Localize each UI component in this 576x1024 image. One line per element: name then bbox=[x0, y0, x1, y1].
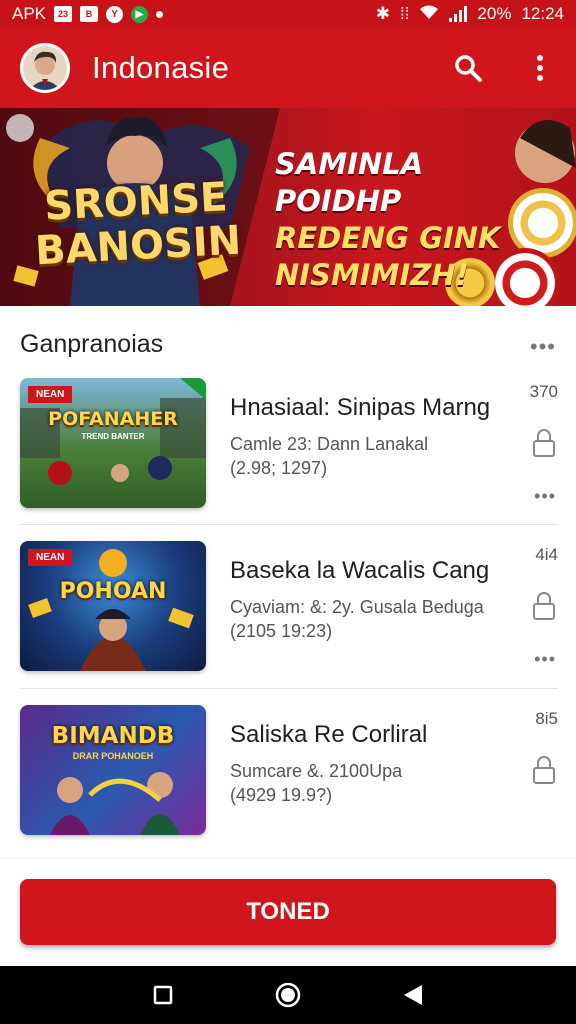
banner-promo-line3: NISMIMIZH! bbox=[275, 258, 469, 292]
game-thumbnail-subtitle: DRAR POHANOEH bbox=[72, 751, 154, 761]
game-thumbnail: NEAN POHOAN bbox=[20, 541, 206, 671]
banner-promo-line2: REDENG GINK bbox=[275, 221, 501, 255]
app-title: Indonasie bbox=[92, 50, 230, 85]
recents-icon bbox=[153, 985, 172, 1005]
promo-banner[interactable]: SRONSE BANOSIN SAMINLA POIDHP REDENG GIN… bbox=[0, 108, 576, 306]
game-thumbnail-title: POHOAN bbox=[59, 579, 167, 604]
primary-action-button[interactable]: TONED bbox=[20, 879, 556, 945]
bluetooth-icon: ✱ bbox=[375, 4, 390, 23]
divider bbox=[20, 688, 558, 689]
game-title: Baseka la Wacalis Cang bbox=[230, 557, 490, 584]
notification-icon-1: 23 bbox=[54, 6, 73, 22]
banner-promo-line1: SAMINLA POIDHP bbox=[275, 147, 424, 218]
notification-icon-3: Y bbox=[106, 5, 124, 23]
play-store-icon: ▶ bbox=[131, 5, 149, 23]
more-vert-icon[interactable] bbox=[524, 52, 556, 84]
game-badge: NEAN bbox=[28, 386, 73, 403]
lock-icon[interactable] bbox=[532, 428, 556, 458]
back-button[interactable] bbox=[399, 981, 427, 1009]
item-more-icon[interactable]: ••• bbox=[534, 649, 556, 670]
game-list-item[interactable]: NEAN POHOAN Baseka la Wacalis Cang Cyavi… bbox=[20, 541, 558, 671]
item-more-icon[interactable]: ••• bbox=[534, 486, 556, 507]
status-bar: APK 23 B Y ▶ ✱ ⁞⁞ 20% 12:24 bbox=[0, 0, 576, 28]
game-title: Saliska Re Corliral bbox=[230, 721, 428, 748]
app-bar: Indonasie bbox=[0, 28, 576, 108]
banner-promo-text: SAMINLA POIDHP REDENG GINK NISMIMIZH! bbox=[275, 146, 535, 294]
home-button[interactable] bbox=[274, 981, 302, 1009]
game-subtitle: Sumcare &. 2100Upa bbox=[230, 761, 403, 781]
game-subtitle: Cyaviam: &: 2y. Gusala Beduga bbox=[230, 597, 484, 617]
section-more-icon[interactable]: ••• bbox=[530, 334, 556, 360]
notification-icon-2: B bbox=[80, 6, 99, 22]
game-title: Hnasiaal: Sinipas Marng bbox=[230, 394, 491, 421]
clock: 12:24 bbox=[521, 4, 564, 23]
lock-icon[interactable] bbox=[532, 591, 556, 621]
game-thumbnail: NEAN POFANAHER TREND BANTER bbox=[20, 378, 206, 508]
game-count: 4i4 bbox=[535, 545, 558, 564]
game-badge: NEAN bbox=[28, 549, 73, 566]
lock-icon[interactable] bbox=[532, 755, 556, 785]
game-subtitle: Camle 23: Dann Lanakal bbox=[230, 434, 429, 454]
game-count: 370 bbox=[529, 382, 558, 401]
game-date: (4929 19.9?) bbox=[230, 785, 333, 805]
carrier-label: APK bbox=[12, 4, 47, 23]
avatar[interactable] bbox=[20, 43, 70, 93]
game-thumbnail-title: POFANAHER bbox=[48, 408, 178, 430]
home-icon bbox=[275, 982, 301, 1008]
back-icon bbox=[404, 985, 423, 1005]
game-thumbnail: BIMANDB DRAR POHANOEH bbox=[20, 705, 206, 835]
game-list-item[interactable]: BIMANDB DRAR POHANOEH Saliska Re Corlira… bbox=[20, 705, 558, 835]
banner-game-logo: SRONSE BANOSIN bbox=[20, 174, 254, 274]
game-thumbnail-title: BIMANDB bbox=[51, 723, 175, 749]
vibrate-icon: ⁞⁞ bbox=[399, 4, 410, 23]
game-list-item[interactable]: NEAN POFANAHER TREND BANTER Hnasiaal: Si… bbox=[20, 378, 558, 508]
game-thumbnail-subtitle: TREND BANTER bbox=[81, 432, 145, 441]
search-icon[interactable] bbox=[452, 52, 484, 84]
battery-level: 20% bbox=[477, 4, 512, 23]
divider bbox=[20, 524, 558, 525]
bottom-action-area: TONED bbox=[0, 858, 576, 966]
signal-icon bbox=[449, 6, 468, 22]
game-date: (2105 19:23) bbox=[230, 621, 333, 641]
section-title: Ganpranoias bbox=[20, 330, 164, 358]
notification-dot-icon bbox=[156, 10, 164, 18]
recents-button[interactable] bbox=[149, 981, 177, 1009]
system-nav-bar bbox=[0, 966, 576, 1024]
wifi-icon bbox=[419, 4, 439, 25]
game-count: 8i5 bbox=[535, 709, 558, 728]
game-date: (2.98; 1297) bbox=[230, 458, 328, 478]
